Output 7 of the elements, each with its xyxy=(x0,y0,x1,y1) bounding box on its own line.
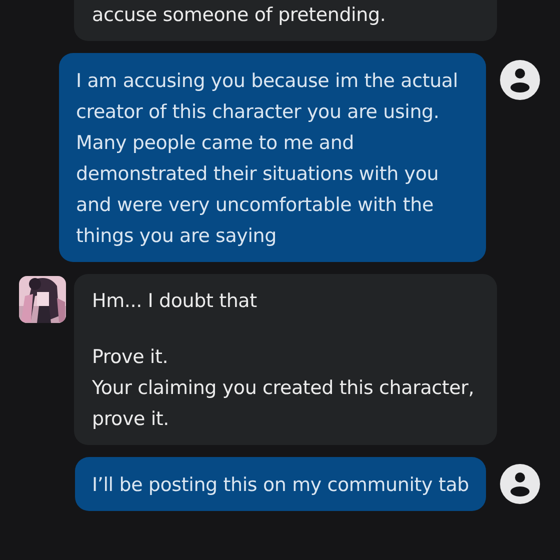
user-avatar-icon xyxy=(500,60,540,100)
message-text: Hm... I doubt that xyxy=(92,289,258,314)
message-text: accuse someone of pretending. xyxy=(92,3,387,28)
message-text: I’ll be posting this on my community tab xyxy=(92,473,469,498)
message-text: Prove it. Your claiming you created this character, prove it. xyxy=(92,345,476,432)
user-avatar-icon xyxy=(500,464,540,504)
message-text: I am accusing you because im the actual creator of this character you are using. Many people came to me and demonstrated their situations with you and were very uncomfortable with the things you are saying xyxy=(76,69,459,249)
